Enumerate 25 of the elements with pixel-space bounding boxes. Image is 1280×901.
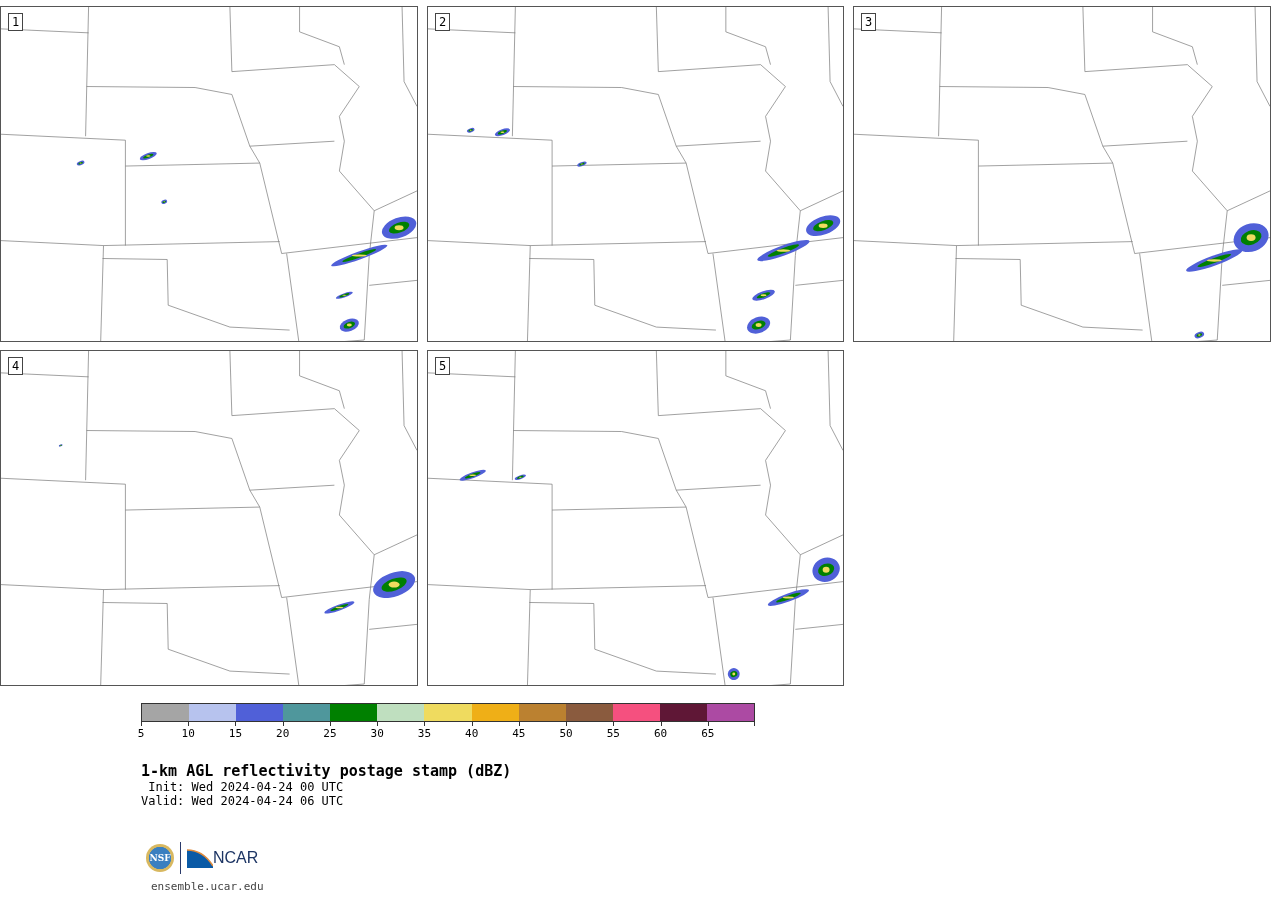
nsf-logo: NSF [146,844,174,872]
tick-label: 30 [370,727,384,740]
tick-label: 25 [323,727,337,740]
tick-label: 40 [465,727,479,740]
ncar-logo-text: NCAR [213,849,259,867]
ncar-arc-icon [187,848,213,868]
panel-number: 5 [435,357,451,375]
panel-number: 2 [435,13,451,31]
tick-label: 15 [228,727,243,740]
tick-label: 55 [606,727,620,740]
tick-label: 5 [137,727,145,740]
tick-label: 65 [701,727,715,740]
init-time: Init: Wed 2024-04-24 00 UTC [147,780,345,794]
tick-label: 10 [181,727,195,740]
panel-number: 4 [8,357,24,375]
tick-label: 45 [512,727,526,740]
tick-label: 35 [417,727,432,740]
tick-label: 20 [276,727,290,740]
valid-time: Valid: Wed 2024-04-24 06 UTC [141,794,345,808]
panel-number: 1 [8,13,24,31]
tick-label: 50 [559,727,573,740]
tick-label: 60 [653,727,668,740]
chart-title: 1-km AGL reflectivity postage stamp (dBZ) [141,762,513,780]
panel-number: 3 [861,13,877,31]
website-url: ensemble.ucar.edu [151,880,265,893]
